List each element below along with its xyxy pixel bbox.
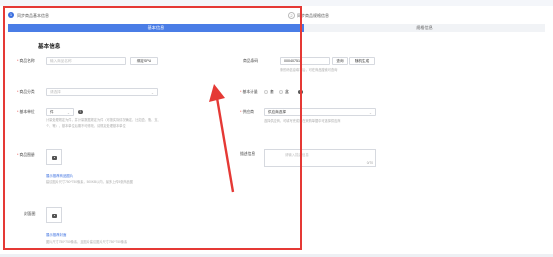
query-button[interactable]: 查询	[332, 57, 348, 65]
highlight-box	[3, 6, 302, 250]
description-counter: 0/70	[366, 161, 373, 165]
annotation-arrow	[209, 84, 235, 193]
tab-spec-info[interactable]: 规格信息	[304, 24, 545, 32]
random-generate-button[interactable]: 随机生成	[349, 57, 375, 65]
chevron-down-icon: ⌄	[368, 111, 372, 115]
